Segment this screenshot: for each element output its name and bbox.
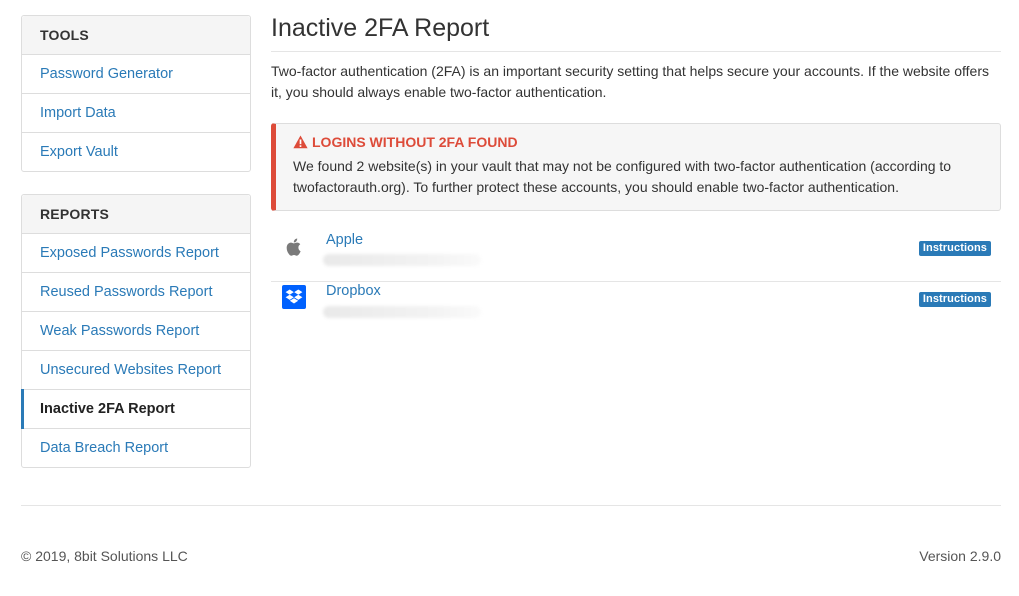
site-name-apple[interactable]: Apple [326, 232, 363, 248]
page-title: Inactive 2FA Report [271, 12, 1001, 52]
reports-panel: REPORTS Exposed Passwords Report Reused … [21, 194, 251, 468]
apple-icon [286, 238, 301, 256]
tools-panel: TOOLS Password Generator Import Data Exp… [21, 15, 251, 172]
reports-heading: REPORTS [22, 195, 250, 234]
site-name-dropbox[interactable]: Dropbox [326, 283, 381, 299]
sidebar: TOOLS Password Generator Import Data Exp… [21, 15, 251, 490]
sidebar-item-exposed-passwords[interactable]: Exposed Passwords Report [22, 234, 250, 273]
tools-heading: TOOLS [22, 16, 250, 55]
sidebar-item-data-breach[interactable]: Data Breach Report [22, 429, 250, 467]
main-content: Inactive 2FA Report Two-factor authentic… [271, 12, 1001, 332]
intro-text: Two-factor authentication (2FA) is an im… [271, 63, 989, 100]
inactive-2fa-list: Apple Instructions Dropbox Instructions [271, 231, 1001, 332]
sidebar-item-import-data[interactable]: Import Data [22, 94, 250, 133]
callout-title-row: LOGINS WITHOUT 2FA FOUND [293, 134, 982, 150]
sidebar-item-password-generator[interactable]: Password Generator [22, 55, 250, 94]
sidebar-item-reused-passwords[interactable]: Reused Passwords Report [22, 273, 250, 312]
blurred-username [323, 306, 481, 318]
blurred-username [323, 254, 481, 266]
sidebar-item-export-vault[interactable]: Export Vault [22, 133, 250, 171]
footer-copyright: © 2019, 8bit Solutions LLC [21, 548, 188, 564]
callout-body: We found 2 website(s) in your vault that… [293, 158, 952, 195]
dropbox-icon [282, 285, 306, 309]
sidebar-item-weak-passwords[interactable]: Weak Passwords Report [22, 312, 250, 351]
footer-version: Version 2.9.0 [919, 548, 1001, 564]
warning-icon [293, 135, 308, 149]
footer-divider [21, 505, 1001, 506]
sidebar-item-unsecured-websites[interactable]: Unsecured Websites Report [22, 351, 250, 390]
list-item: Dropbox Instructions [271, 282, 1001, 332]
warning-callout: LOGINS WITHOUT 2FA FOUND We found 2 webs… [271, 123, 1001, 211]
list-item: Apple Instructions [271, 231, 1001, 282]
instructions-badge[interactable]: Instructions [918, 241, 991, 256]
sidebar-item-inactive-2fa[interactable]: Inactive 2FA Report [21, 389, 250, 429]
callout-title: LOGINS WITHOUT 2FA FOUND [312, 134, 518, 150]
instructions-badge[interactable]: Instructions [918, 292, 991, 307]
